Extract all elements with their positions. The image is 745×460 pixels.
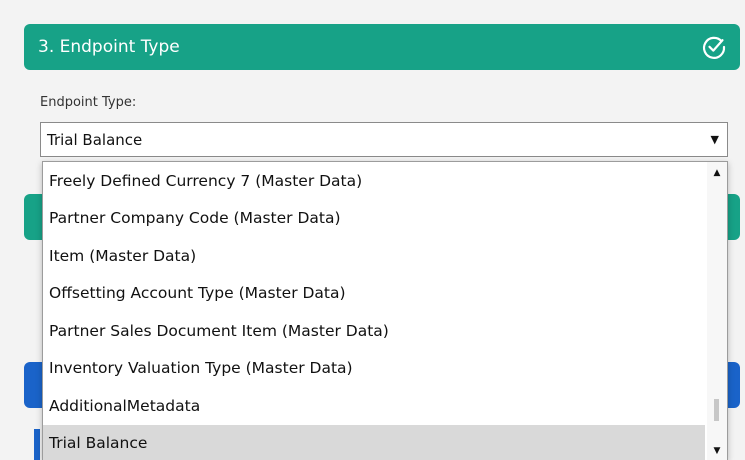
check-circle-icon [696,29,732,65]
scroll-up-arrow-icon[interactable]: ▲ [707,168,727,178]
endpoint-type-dropdown-list[interactable]: Freely Defined Currency 7 (Master Data) … [42,161,728,460]
scroll-down-arrow-icon[interactable]: ▼ [707,446,727,456]
endpoint-type-label: Endpoint Type: [40,95,137,110]
dropdown-option[interactable]: Offsetting Account Type (Master Data) [43,275,705,313]
section-header-endpoint-type[interactable]: 3. Endpoint Type [24,24,740,70]
scroll-thumb[interactable] [714,399,719,421]
blue-indicator-stripe [34,429,40,460]
endpoint-type-select[interactable]: Trial Balance ▼ [40,122,728,157]
dropdown-scrollbar[interactable]: ▲ ▼ [707,162,727,460]
dropdown-option[interactable]: Partner Sales Document Item (Master Data… [43,312,705,350]
select-value: Trial Balance [47,130,143,149]
dropdown-option[interactable]: AdditionalMetadata [43,387,705,425]
dropdown-option[interactable]: Freely Defined Currency 7 (Master Data) [43,162,705,200]
dropdown-option[interactable]: Item (Master Data) [43,237,705,275]
section-title: 3. Endpoint Type [38,37,180,57]
dropdown-option-selected[interactable]: Trial Balance [43,424,705,460]
dropdown-arrow-icon[interactable]: ▼ [711,133,719,146]
dropdown-option[interactable]: Partner Company Code (Master Data) [43,200,705,238]
dropdown-option[interactable]: Inventory Valuation Type (Master Data) [43,350,705,388]
